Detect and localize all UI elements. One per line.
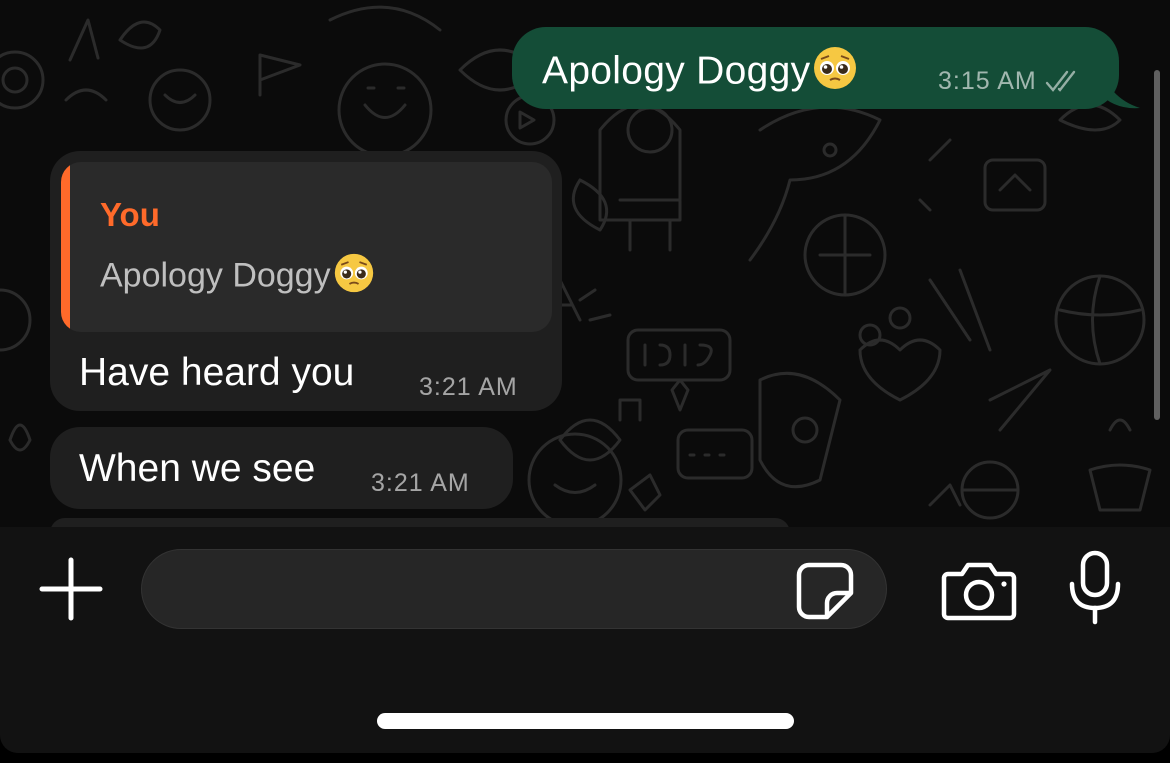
quoted-text-content: Apology Doggy	[100, 256, 331, 295]
double-check-icon	[1045, 70, 1075, 92]
message-input[interactable]	[172, 562, 796, 618]
outgoing-message-bubble[interactable]: Apology Doggy 3:15 AM	[512, 27, 1119, 109]
pleading-face-emoji-icon	[812, 45, 858, 101]
message-text-content: Apology Doggy	[542, 49, 811, 93]
plus-icon[interactable]	[38, 556, 104, 622]
message-time: 3:21 AM	[419, 373, 518, 401]
home-indicator[interactable]	[377, 713, 794, 729]
incoming-message-bubble[interactable]: When we see 3:21 AM	[50, 427, 513, 509]
quoted-text: Apology Doggy	[100, 252, 375, 303]
quoted-author: You	[100, 196, 160, 233]
message-text: Apology Doggy	[542, 45, 858, 101]
message-list[interactable]: Apology Doggy 3:15 AM You Apology Doggy …	[0, 0, 1170, 548]
quoted-reply[interactable]: You Apology Doggy	[61, 162, 552, 332]
message-meta: 3:15 AM	[938, 67, 1083, 96]
message-time: 3:21 AM	[371, 469, 470, 497]
pleading-face-emoji-icon	[333, 252, 375, 303]
message-text: When we see	[79, 447, 316, 490]
message-input-field[interactable]	[141, 549, 887, 629]
microphone-icon[interactable]	[1066, 550, 1124, 626]
incoming-message-bubble[interactable]: You Apology Doggy Have heard you 3:21 AM	[50, 151, 562, 411]
scroll-indicator[interactable]	[1154, 70, 1160, 420]
message-time: 3:15 AM	[938, 67, 1037, 95]
bubble-tail	[1098, 62, 1140, 109]
sticker-icon[interactable]	[795, 561, 855, 621]
quote-accent-bar	[61, 162, 70, 332]
chat-screen: Apology Doggy 3:15 AM You Apology Doggy …	[0, 0, 1170, 753]
camera-icon[interactable]	[940, 560, 1018, 622]
message-text: Have heard you	[79, 351, 355, 394]
